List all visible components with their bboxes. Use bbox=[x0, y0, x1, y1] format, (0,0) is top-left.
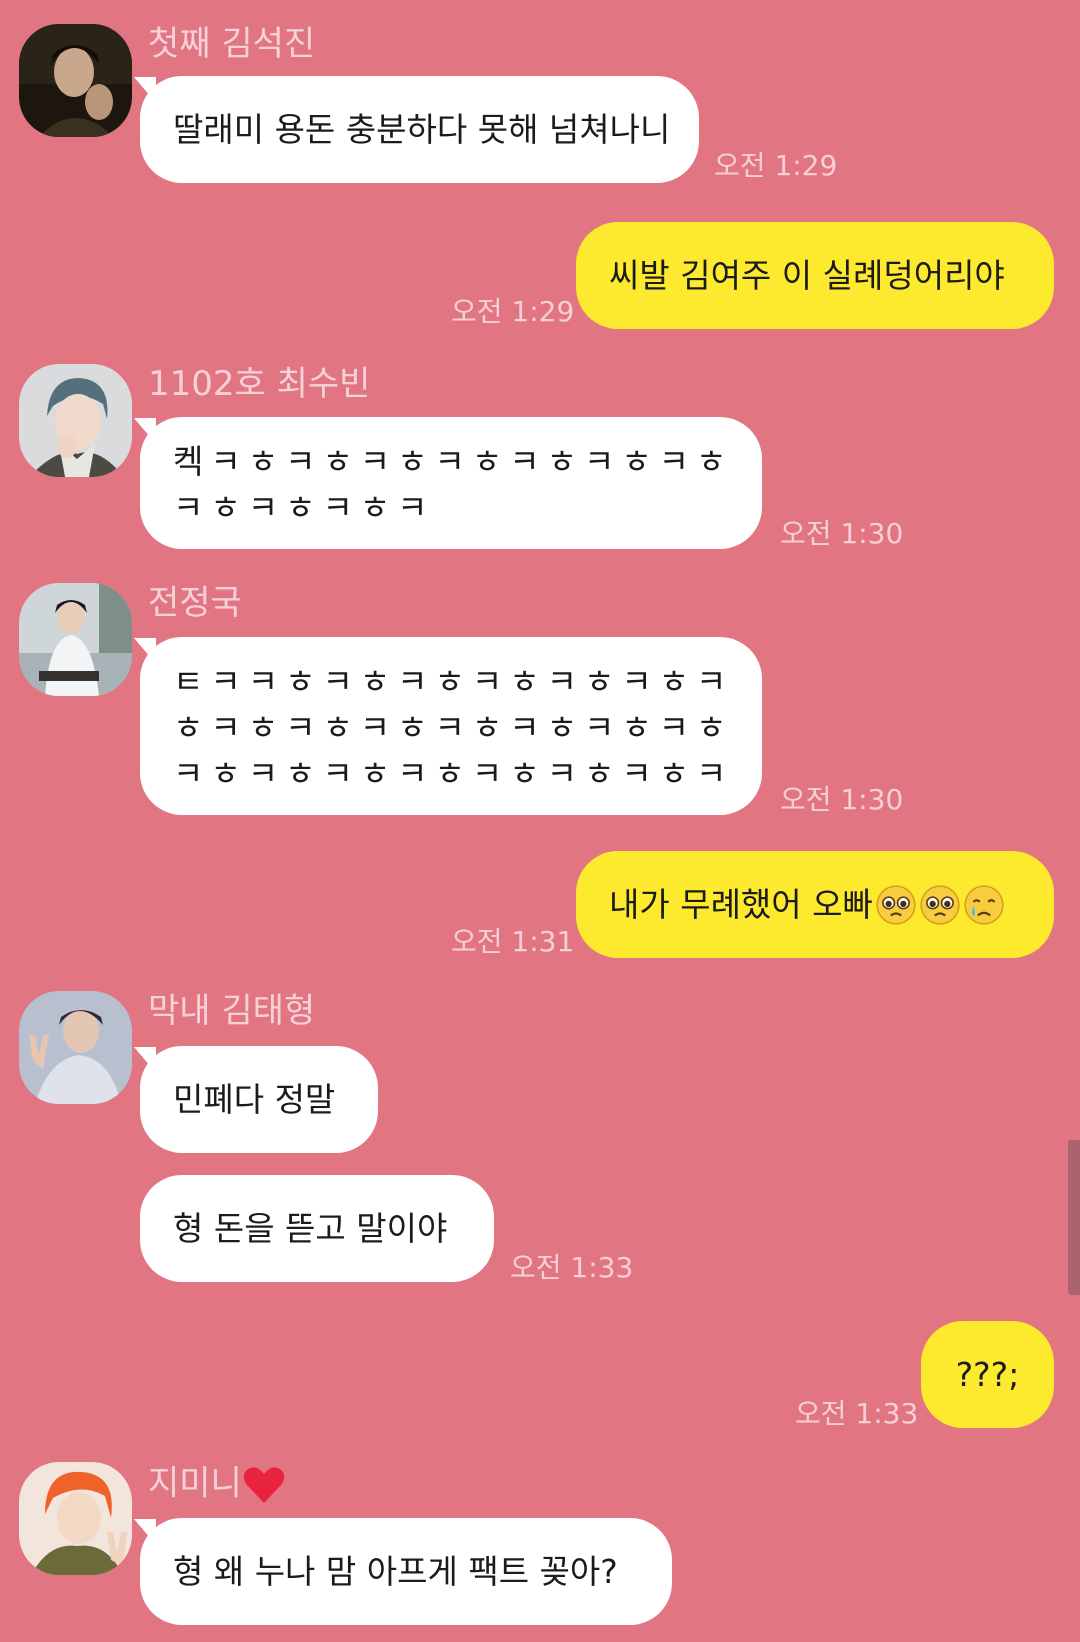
message-line: ㅋㅎㅋㅎㅋㅎㅋ bbox=[173, 488, 435, 527]
message-bubble[interactable]: 씨발 김여주 이 실례덩어리야 bbox=[576, 222, 1054, 329]
profile-photo-jin-icon bbox=[19, 24, 132, 137]
message-text: 형 돈을 뜯고 말이야 bbox=[173, 1209, 448, 1248]
message-text: 딸래미 용돈 충분하다 못해 넘쳐나니 bbox=[173, 110, 671, 149]
sender-name: 막내 김태형 bbox=[148, 991, 316, 1031]
message-bubble[interactable]: 형 돈을 뜯고 말이야 bbox=[140, 1175, 494, 1282]
sender-name-row: 지미니 bbox=[148, 1465, 286, 1505]
message-time: 오전 1:30 bbox=[780, 783, 904, 816]
message-time: 오전 1:30 bbox=[780, 517, 904, 550]
avatar-jimin[interactable] bbox=[19, 1462, 132, 1575]
message-bubble[interactable]: 켁ㅋㅎㅋㅎㅋㅎㅋㅎㅋㅎㅋㅎㅋㅎ ㅋㅎㅋㅎㅋㅎㅋ bbox=[140, 417, 762, 549]
message-text: ???; bbox=[955, 1355, 1020, 1394]
profile-photo-jungkook-icon bbox=[19, 583, 132, 696]
sender-name: 첫째 김석진 bbox=[148, 24, 316, 64]
message-text: 민폐다 정말 bbox=[173, 1080, 336, 1119]
avatar-jin[interactable] bbox=[19, 24, 132, 137]
profile-photo-soobin-icon bbox=[19, 364, 132, 477]
message-text: 씨발 김여주 이 실례덩어리야 bbox=[609, 256, 1005, 295]
message-bubble[interactable]: ㅌㅋㅋㅎㅋㅎㅋㅎㅋㅎㅋㅎㅋㅎㅋ ㅎㅋㅎㅋㅎㅋㅎㅋㅎㅋㅎㅋㅎㅋㅎ ㅋㅎㅋㅎㅋㅎㅋㅎ… bbox=[140, 637, 762, 815]
sender-name: 지미니 bbox=[148, 1463, 242, 1504]
avatar-taehyung[interactable] bbox=[19, 991, 132, 1104]
message-bubble[interactable]: ???; bbox=[921, 1321, 1054, 1428]
pleading-face-icon bbox=[920, 884, 960, 925]
message-bubble[interactable]: 민폐다 정말 bbox=[140, 1046, 378, 1153]
message-time: 오전 1:33 bbox=[510, 1251, 634, 1284]
profile-photo-taehyung-icon bbox=[19, 991, 132, 1104]
message-time: 오전 1:29 bbox=[451, 295, 575, 328]
message-bubble[interactable]: 내가 무례했어 오빠 bbox=[576, 851, 1054, 958]
avatar-soobin[interactable] bbox=[19, 364, 132, 477]
message-time: 오전 1:29 bbox=[714, 149, 838, 182]
message-time: 오전 1:33 bbox=[795, 1397, 919, 1430]
message-text: 내가 무례했어 오빠 bbox=[609, 885, 873, 924]
red-heart-icon bbox=[243, 1467, 285, 1503]
profile-photo-jimin-icon bbox=[19, 1462, 132, 1575]
message-line: 켁ㅋㅎㅋㅎㅋㅎㅋㅎㅋㅎㅋㅎㅋㅎ bbox=[173, 442, 734, 481]
scrollbar-thumb[interactable] bbox=[1068, 1140, 1080, 1295]
avatar-jungkook[interactable] bbox=[19, 583, 132, 696]
sender-name: 전정국 bbox=[148, 583, 242, 623]
sender-name: 1102호 최수빈 bbox=[148, 364, 371, 404]
message-bubble[interactable]: 딸래미 용돈 충분하다 못해 넘쳐나니 bbox=[140, 76, 699, 183]
message-bubble[interactable]: 형 왜 누나 맘 아프게 팩트 꽂아? bbox=[140, 1518, 672, 1625]
pleading-face-icon bbox=[876, 884, 916, 925]
message-time: 오전 1:31 bbox=[451, 925, 575, 958]
message-line: ㅌㅋㅋㅎㅋㅎㅋㅎㅋㅎㅋㅎㅋㅎㅋ bbox=[173, 662, 734, 701]
message-text: 형 왜 누나 맘 아프게 팩트 꽂아? bbox=[173, 1552, 618, 1591]
message-line: ㅎㅋㅎㅋㅎㅋㅎㅋㅎㅋㅎㅋㅎㅋㅎ bbox=[173, 708, 734, 747]
crying-face-icon bbox=[964, 884, 1004, 925]
message-line: ㅋㅎㅋㅎㅋㅎㅋㅎㅋㅎㅋㅎㅋㅎㅋ bbox=[173, 754, 734, 793]
